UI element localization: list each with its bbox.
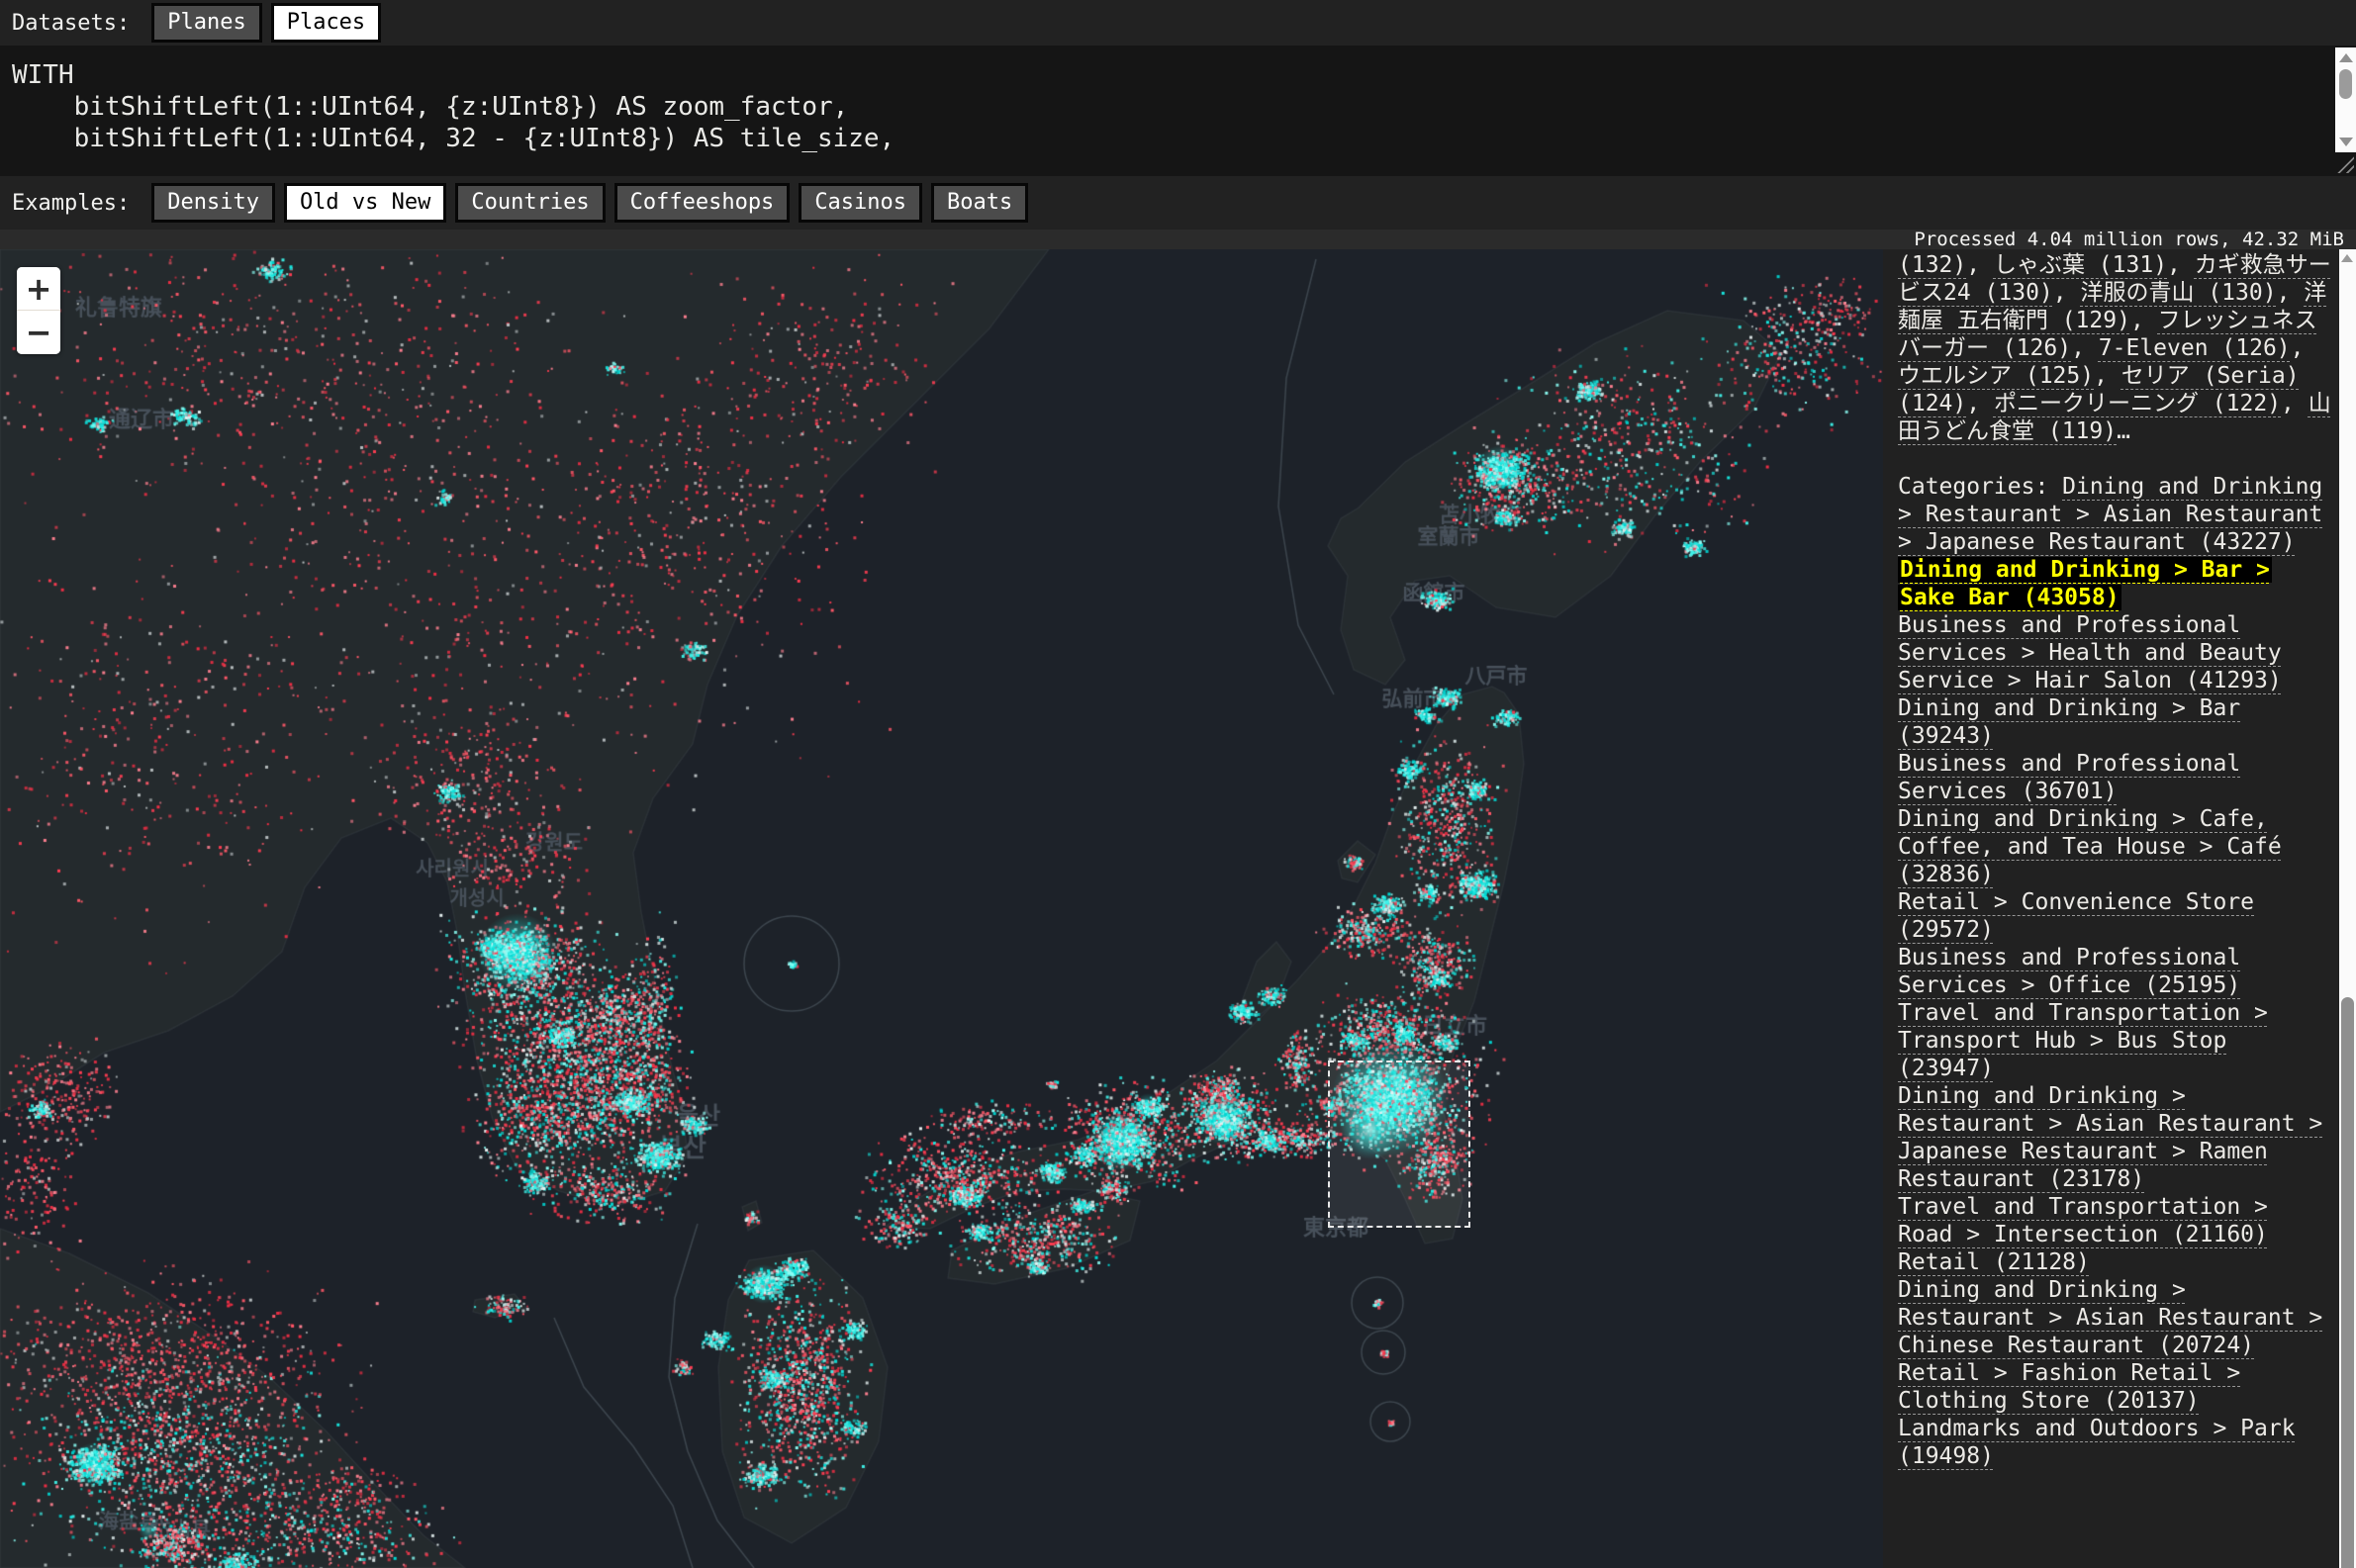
brand-link[interactable]: (132) xyxy=(1898,252,1966,278)
example-button-casinos[interactable]: Casinos xyxy=(799,183,922,223)
brand-link[interactable]: 7-Eleven (126) xyxy=(2099,335,2291,361)
category-link[interactable]: Dining and Drinking > Restaurant > Asian… xyxy=(1898,1277,2322,1358)
category-link[interactable]: Dining and Drinking > Cafe, Coffee, and … xyxy=(1898,806,2282,887)
category-link[interactable]: Dining and Drinking > Bar (39243) xyxy=(1898,695,2240,749)
brand-link[interactable]: 洋服の青山 (130) xyxy=(2080,280,2276,306)
categories-label: Categories: xyxy=(1898,474,2062,500)
main-content: + − (132), しゃぶ葉 (131), カギ救急サービス24 (130),… xyxy=(0,249,2356,1568)
category-link[interactable]: Business and Professional Services > Off… xyxy=(1898,945,2240,998)
example-button-countries[interactable]: Countries xyxy=(455,183,605,223)
examples-bar: Examples: Density Old vs New Countries C… xyxy=(0,176,2356,230)
scroll-up-arrow-icon[interactable] xyxy=(2339,53,2353,62)
resize-grip-icon[interactable] xyxy=(2337,156,2354,173)
category-link[interactable]: Landmarks and Outdoors > Park (19498) xyxy=(1898,1416,2296,1469)
zoom-out-button[interactable]: − xyxy=(17,311,60,354)
category-link[interactable]: Retail > Convenience Store (29572) xyxy=(1898,889,2254,943)
category-link[interactable]: Travel and Transportation > Transport Hu… xyxy=(1898,1000,2268,1081)
sql-line: WITH xyxy=(12,59,2326,91)
dataset-button-planes[interactable]: Planes xyxy=(151,3,261,43)
sidebar-brand-list: (132), しゃぶ葉 (131), カギ救急サービス24 (130), 洋服の… xyxy=(1898,251,2333,445)
datasets-bar: Datasets: Planes Places xyxy=(0,0,2356,46)
example-button-old-vs-new[interactable]: Old vs New xyxy=(284,183,446,223)
sidebar-scrollbar-thumb[interactable] xyxy=(2341,997,2354,1568)
category-link[interactable]: Business and Professional Services (3670… xyxy=(1898,751,2240,804)
category-link[interactable]: Travel and Transportation > Road > Inter… xyxy=(1898,1194,2268,1247)
examples-label: Examples: xyxy=(12,191,130,216)
map-canvas[interactable] xyxy=(0,249,1883,1568)
sql-line: bitShiftLeft(1::UInt64, 32 - {z:UInt8}) … xyxy=(12,123,2326,154)
sidebar-category-list: Categories: Dining and Drinking > Restau… xyxy=(1898,473,2333,1470)
example-button-density[interactable]: Density xyxy=(151,183,275,223)
category-link[interactable]: Retail > Fashion Retail > Clothing Store… xyxy=(1898,1360,2240,1414)
sql-line: bitShiftLeft(1::UInt64, {z:UInt8}) AS zo… xyxy=(12,91,2326,123)
sidebar-scrollbar[interactable] xyxy=(2339,249,2356,1568)
brand-link[interactable]: しゃぶ葉 (131) xyxy=(1994,252,2167,278)
brand-link[interactable]: ウエルシア (125) xyxy=(1898,363,2094,389)
scroll-up-arrow-icon[interactable] xyxy=(2341,254,2353,262)
example-button-boats[interactable]: Boats xyxy=(931,183,1028,223)
dataset-button-places[interactable]: Places xyxy=(271,3,381,43)
datasets-label: Datasets: xyxy=(12,11,130,36)
map-selection-rect[interactable] xyxy=(1328,1061,1470,1228)
sql-editor[interactable]: WITH bitShiftLeft(1::UInt64, {z:UInt8}) … xyxy=(0,46,2356,176)
app-root: Datasets: Planes Places WITH bitShiftLef… xyxy=(0,0,2356,1568)
sql-editor-scrollbar[interactable] xyxy=(2335,47,2356,152)
scroll-down-arrow-icon[interactable] xyxy=(2339,138,2353,146)
example-button-coffeeshops[interactable]: Coffeeshops xyxy=(614,183,791,223)
map-container[interactable]: + − xyxy=(0,249,1883,1568)
category-link[interactable]: Retail (21128) xyxy=(1898,1249,2090,1275)
zoom-in-button[interactable]: + xyxy=(17,267,60,311)
sidebar: (132), しゃぶ葉 (131), カギ救急サービス24 (130), 洋服の… xyxy=(1883,249,2339,1568)
category-link[interactable]: Dining and Drinking > Bar > Sake Bar (43… xyxy=(1898,557,2272,610)
status-text: Processed 4.04 million rows, 42.32 MiB xyxy=(1914,229,2344,250)
category-link[interactable]: Business and Professional Services > Hea… xyxy=(1898,612,2282,693)
status-bar: Processed 4.04 million rows, 42.32 MiB xyxy=(0,230,2356,249)
category-link[interactable]: Dining and Drinking > Restaurant > Asian… xyxy=(1898,1083,2322,1192)
map-zoom-control: + − xyxy=(17,267,60,354)
brand-link[interactable]: ポニークリーニング (122) xyxy=(1994,391,2281,416)
sql-scrollbar-thumb[interactable] xyxy=(2339,69,2352,99)
